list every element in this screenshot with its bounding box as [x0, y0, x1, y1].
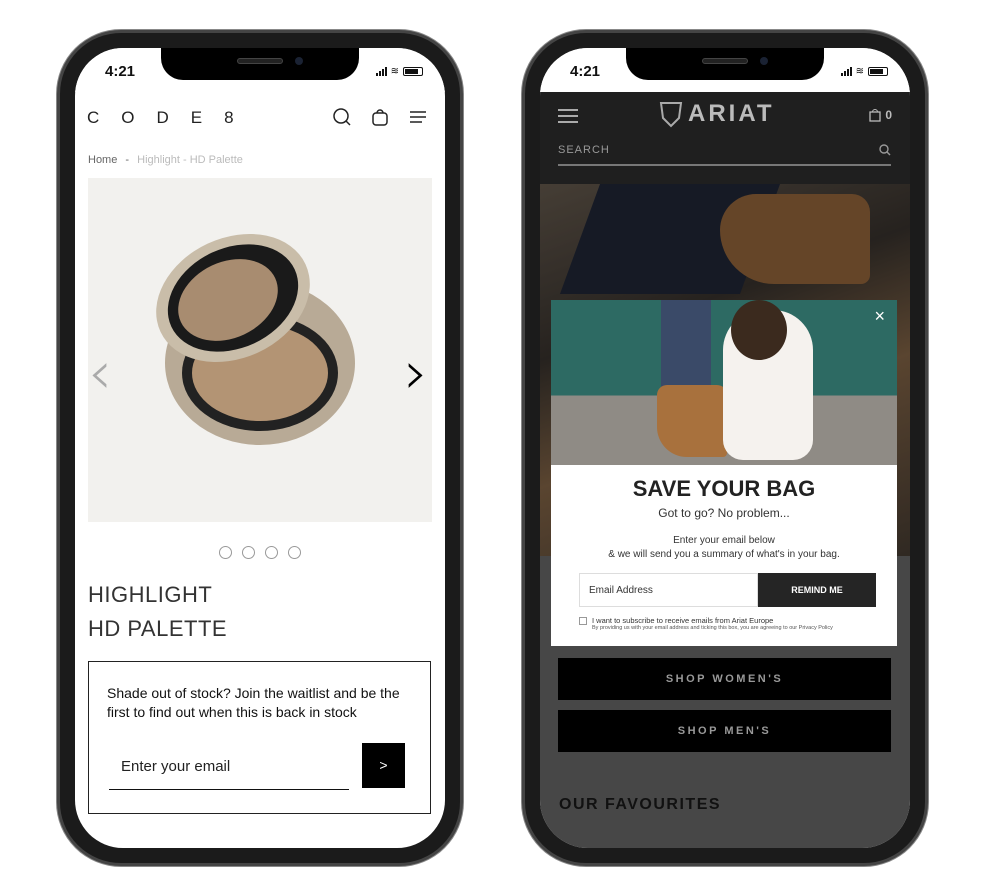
checkbox-label: I want to subscribe to receive emails fr… — [592, 616, 774, 625]
breadcrumb-current: Highlight - HD Palette — [137, 154, 243, 166]
product-image: ‹ › — [88, 178, 432, 522]
product-title: HIGHLIGHT HD PALETTE — [88, 582, 228, 641]
phone-right: 4:21 ≋ ARIAT 0 SEARCH SHOP WOMEN'S SHOP … — [522, 30, 928, 866]
menu-icon[interactable] — [558, 108, 578, 124]
site-header: ARIAT 0 SEARCH — [540, 92, 910, 184]
email-input[interactable]: Email Address — [579, 573, 758, 607]
waitlist-message: Shade out of stock? Join the waitlist an… — [107, 685, 400, 720]
search-icon[interactable] — [879, 144, 891, 156]
brand-logo[interactable]: ARIAT — [658, 100, 775, 128]
shop-womens-button[interactable]: SHOP WOMEN'S — [558, 658, 891, 700]
site-header: CODE8 — [75, 92, 445, 142]
submit-button[interactable]: > — [362, 743, 405, 788]
notch — [161, 48, 359, 80]
subscribe-checkbox[interactable] — [579, 617, 587, 625]
modal-image — [551, 300, 897, 465]
wifi-icon: ≋ — [390, 66, 399, 77]
modal-title: SAVE YOUR BAG — [632, 476, 816, 501]
shield-logo-icon — [659, 102, 683, 128]
ariat-screen: 4:21 ≋ ARIAT 0 SEARCH SHOP WOMEN'S SHOP … — [540, 48, 910, 848]
notch — [626, 48, 824, 80]
phone-left: 4:21 ≋ CODE8 Home - Highlight - HD Palet… — [57, 30, 463, 866]
close-icon[interactable]: × — [874, 306, 885, 327]
search-input[interactable]: SEARCH — [558, 144, 891, 166]
save-bag-modal: × SAVE YOUR BAG Got to go? No problem...… — [551, 300, 897, 646]
search-icon[interactable] — [333, 108, 351, 126]
dot[interactable] — [288, 546, 301, 559]
privacy-note: By providing us with your email address … — [592, 625, 833, 631]
dot[interactable] — [219, 546, 232, 559]
breadcrumb-home[interactable]: Home — [88, 154, 117, 166]
code8-screen: 4:21 ≋ CODE8 Home - Highlight - HD Palet… — [75, 48, 445, 848]
battery-icon — [868, 67, 888, 76]
status-time: 4:21 — [570, 63, 601, 80]
signal-icon — [375, 67, 387, 76]
wifi-icon: ≋ — [855, 66, 864, 77]
signal-icon — [840, 67, 852, 76]
carousel-dots — [75, 546, 445, 559]
shop-mens-button[interactable]: SHOP MEN'S — [558, 710, 891, 752]
breadcrumb: Home - Highlight - HD Palette — [88, 154, 243, 166]
section-title: OUR FAVOURITES — [559, 796, 722, 813]
battery-icon — [403, 67, 423, 76]
waitlist-box: Shade out of stock? Join the waitlist an… — [88, 661, 431, 814]
bag-icon[interactable] — [869, 108, 881, 122]
brand-logo[interactable]: CODE8 — [87, 108, 256, 128]
next-arrow[interactable]: › — [404, 338, 428, 408]
palette-image — [156, 233, 355, 445]
menu-icon[interactable] — [409, 108, 427, 126]
bag-count: 0 — [885, 108, 892, 122]
remind-me-button[interactable]: REMIND ME — [758, 573, 876, 607]
status-time: 4:21 — [105, 63, 136, 80]
bag-icon[interactable] — [371, 108, 389, 126]
dot[interactable] — [242, 546, 255, 559]
prev-arrow[interactable]: ‹ — [88, 338, 112, 408]
modal-description: Enter your email below & we will send you… — [608, 535, 840, 560]
modal-subtitle: Got to go? No problem... — [658, 506, 790, 520]
dot[interactable] — [265, 546, 278, 559]
email-input[interactable]: Enter your email — [109, 742, 349, 790]
